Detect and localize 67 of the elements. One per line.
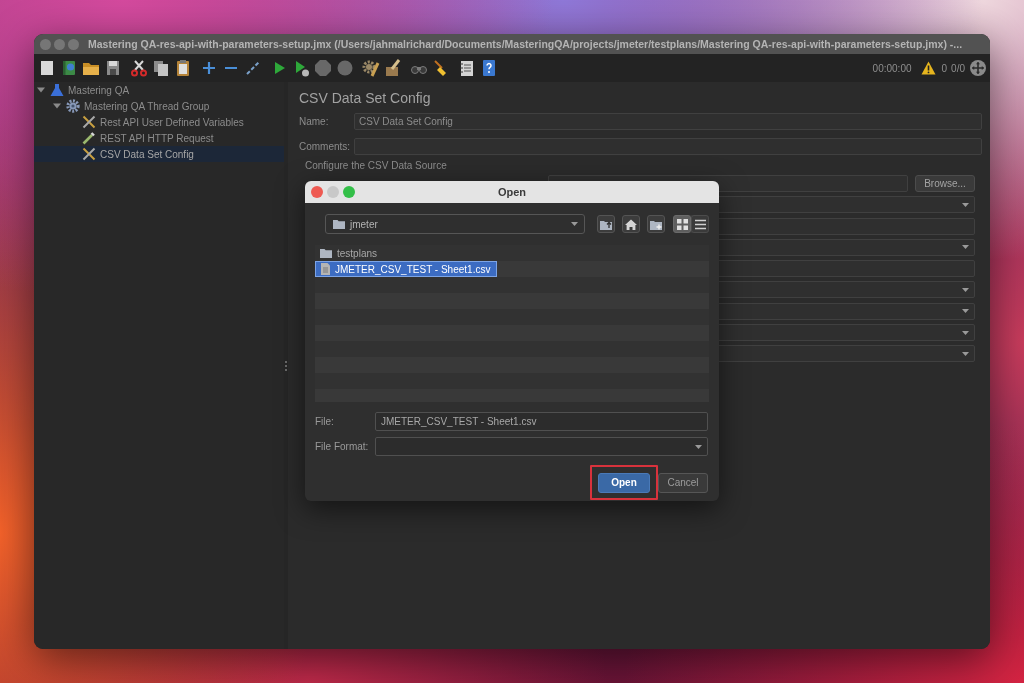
file-list-item[interactable]: JMETER_CSV_TEST - Sheet1.csv bbox=[315, 261, 498, 277]
new-folder-icon bbox=[650, 218, 662, 230]
caret-icon bbox=[962, 245, 969, 250]
new-folder-button[interactable] bbox=[647, 215, 665, 233]
dialog-button[interactable]: Open bbox=[598, 472, 650, 493]
field-label: Name: bbox=[299, 116, 330, 127]
tree-item[interactable]: Mastering QA bbox=[34, 82, 284, 98]
circle-icon[interactable] bbox=[336, 59, 354, 77]
home-button[interactable] bbox=[622, 215, 640, 233]
caret-icon bbox=[571, 222, 578, 226]
folder-icon bbox=[333, 219, 345, 229]
list-view-button[interactable] bbox=[691, 215, 709, 233]
tree-item[interactable]: Mastering QA Thread Group bbox=[34, 98, 284, 114]
up-folder-button[interactable] bbox=[597, 215, 615, 233]
location-dropdown[interactable]: jmeter bbox=[325, 214, 585, 234]
disclosure-triangle-icon[interactable] bbox=[37, 86, 45, 94]
disclosure-triangle-icon[interactable] bbox=[53, 102, 61, 110]
caret-icon bbox=[695, 444, 702, 449]
pipette-icon bbox=[82, 131, 96, 145]
caret-icon bbox=[962, 288, 969, 292]
file-name-field[interactable]: JMETER_CSV_TEST - Sheet1.csv bbox=[375, 412, 708, 431]
warning-icon[interactable] bbox=[920, 61, 936, 75]
scissors-icon[interactable] bbox=[130, 59, 148, 77]
list-view-icon bbox=[694, 218, 706, 230]
file-list-item[interactable]: testplans bbox=[315, 245, 385, 261]
panel-title: CSV Data Set Config bbox=[299, 89, 432, 107]
help-icon[interactable] bbox=[480, 59, 498, 77]
window-title: Mastering QA-res-api-with-parameters-setup.jmx (/Users/jahmalrichard/Documents/MasteringQA/projects/jmeter/testplans/Mastering QA-res-api-with-parameters-setup.jmx) -... bbox=[88, 38, 963, 50]
move-arrows-icon[interactable] bbox=[970, 60, 986, 76]
warning-count: 0 bbox=[941, 62, 948, 74]
caret-icon bbox=[962, 202, 969, 207]
tree-item[interactable]: Rest API User Defined Variables bbox=[34, 114, 284, 130]
field-label: File: bbox=[315, 416, 335, 427]
plus-icon[interactable] bbox=[200, 59, 218, 77]
grid-view-button[interactable] bbox=[673, 215, 691, 233]
caret-icon bbox=[962, 330, 969, 335]
notepad-icon[interactable] bbox=[458, 59, 476, 77]
grid-view-icon bbox=[676, 218, 688, 230]
tree-item[interactable]: CSV Data Set Config bbox=[34, 146, 284, 162]
tree-item[interactable]: REST API HTTP Request bbox=[34, 130, 284, 146]
dialog-title: Open bbox=[496, 186, 528, 198]
thread-count: 0/0 bbox=[951, 62, 965, 74]
gear-broom-icon[interactable] bbox=[362, 59, 380, 77]
file-icon bbox=[320, 263, 330, 275]
close-icon[interactable] bbox=[311, 186, 323, 198]
tools-icon bbox=[82, 147, 96, 161]
gear-icon bbox=[66, 99, 80, 113]
browse-button[interactable]: Browse... bbox=[915, 175, 975, 192]
broom-box-icon[interactable] bbox=[384, 59, 402, 77]
caret-icon bbox=[962, 351, 969, 356]
notebook-icon[interactable] bbox=[60, 59, 78, 77]
text-field[interactable]: CSV Data Set Config bbox=[354, 113, 982, 130]
clipboard-icon[interactable] bbox=[174, 59, 192, 77]
tools-icon bbox=[82, 115, 96, 129]
caret-icon bbox=[962, 309, 969, 314]
dialog-button[interactable]: Cancel bbox=[658, 472, 708, 493]
dashed-line-icon[interactable] bbox=[244, 59, 262, 77]
home-icon bbox=[625, 218, 637, 230]
folder-icon bbox=[320, 248, 332, 258]
new-document-icon[interactable] bbox=[38, 59, 56, 77]
field-label: File Format: bbox=[315, 441, 370, 452]
copy-icon[interactable] bbox=[152, 59, 170, 77]
save-icon[interactable] bbox=[104, 59, 122, 77]
folder-up-arrow-icon bbox=[600, 218, 612, 230]
field-label: Comments: bbox=[299, 141, 352, 152]
elapsed-time: 00:00:00 bbox=[872, 62, 912, 74]
section-label: Configure the CSV Data Source bbox=[304, 160, 448, 172]
